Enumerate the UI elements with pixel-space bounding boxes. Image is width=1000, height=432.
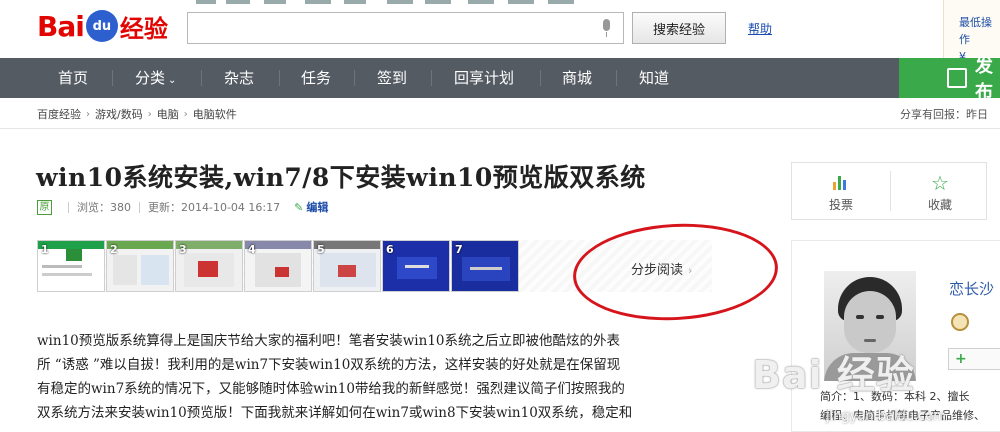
help-link[interactable]: 帮助 xyxy=(748,20,772,37)
pen-icon xyxy=(947,68,967,88)
step-number: 7 xyxy=(455,243,463,256)
logo-jingyan-text: 经验 xyxy=(119,14,168,43)
step-thumbnail[interactable]: 5 xyxy=(313,240,381,292)
vote-collect-panel: 投票 ☆ 收藏 xyxy=(791,162,987,220)
divider xyxy=(139,201,140,213)
microphone-icon[interactable] xyxy=(601,19,611,37)
baidu-jingyan-logo[interactable]: Bai du 经验 xyxy=(37,6,168,46)
breadcrumb: 百度经验 › 游戏/数码 › 电脑 › 电脑软件 xyxy=(37,106,237,122)
nav-divider xyxy=(540,70,541,86)
nav-divider xyxy=(279,70,280,86)
watermark-url: jingyan.baidu.com xyxy=(826,409,946,424)
chevron-down-icon: ⌄ xyxy=(168,75,177,86)
chevron-right-icon: › xyxy=(183,108,188,120)
paw-icon: du xyxy=(85,10,118,42)
collect-button[interactable]: ☆ 收藏 xyxy=(891,163,989,219)
step-number: 1 xyxy=(41,243,49,256)
divider xyxy=(0,128,1000,129)
nav-item-share-plan[interactable]: 回享计划 xyxy=(454,58,514,98)
nav-item-home[interactable]: 首页 xyxy=(58,58,88,98)
step-number: 3 xyxy=(179,243,187,256)
step-thumbnail[interactable]: 2 xyxy=(106,240,174,292)
step-number: 4 xyxy=(248,243,256,256)
search-button[interactable]: 搜索经验 xyxy=(632,12,726,44)
nav-divider xyxy=(201,70,202,86)
original-badge: 原 xyxy=(37,199,52,215)
chevron-right-icon: › xyxy=(147,108,152,120)
main-nav: 首页 分类 ⌄ 杂志 任务 签到 回享计划 商城 知道 xyxy=(0,58,1000,98)
promo-panel[interactable]: 最低操作 ¥ xyxy=(943,0,1000,63)
view-count: 浏览：380 xyxy=(77,201,131,214)
intro-line: win10预览版系统算得上是国庆节给大家的福利吧！笔者安装win10系统之后立即… xyxy=(37,333,620,349)
publish-label: 发布 xyxy=(975,56,993,103)
promo-text: 最低操作 xyxy=(959,16,992,46)
vote-label: 投票 xyxy=(828,198,853,212)
logo-bai-text: Bai xyxy=(37,9,85,43)
step-number: 6 xyxy=(386,243,394,256)
nav-item-label: 分类 xyxy=(135,69,166,87)
intro-line: 所 “诱惑 ”难以自拔！我利用的是win7下安装win10双系统的方法，这样安装… xyxy=(37,357,621,373)
star-icon: ☆ xyxy=(931,171,949,195)
author-name[interactable]: 恋长沙 xyxy=(949,278,994,299)
nav-divider xyxy=(616,70,617,86)
nav-divider xyxy=(112,70,113,86)
red-annotation-circle xyxy=(570,218,781,326)
avatar[interactable] xyxy=(824,271,916,381)
nav-item-mall[interactable]: 商城 xyxy=(562,58,592,98)
nav-item-magazine[interactable]: 杂志 xyxy=(224,58,254,98)
nav-item-checkin[interactable]: 签到 xyxy=(377,58,407,98)
nav-item-tasks[interactable]: 任务 xyxy=(301,58,331,98)
nav-item-categories[interactable]: 分类 ⌄ xyxy=(135,58,176,98)
publish-button[interactable]: 发布 xyxy=(899,56,1000,103)
intro-line: 双系统方法来安装win10预览版！下面我就来详解如何在win7或win8下安装w… xyxy=(37,405,633,421)
intro-line: 有稳定的win7系统的情况下，又能够随时体验win10带给我的新鲜感觉！强烈建议… xyxy=(37,381,625,397)
chevron-right-icon: › xyxy=(86,108,90,120)
follow-button[interactable]: + xyxy=(948,348,1000,370)
divider xyxy=(68,201,69,213)
step-number: 5 xyxy=(317,243,325,256)
nav-divider xyxy=(354,70,355,86)
step-number: 2 xyxy=(110,243,118,256)
breadcrumb-item[interactable]: 电脑 xyxy=(157,106,179,122)
article-intro: win10预览版系统算得上是国庆节给大家的福利吧！笔者安装win10系统之后立即… xyxy=(37,329,717,425)
edit-link[interactable]: 编辑 xyxy=(294,199,328,215)
bar-chart-icon xyxy=(833,176,849,190)
step-thumbnail[interactable]: 7 xyxy=(451,240,519,292)
breadcrumb-item[interactable]: 游戏/数码 xyxy=(95,106,143,122)
vote-button[interactable]: 投票 xyxy=(792,163,890,219)
breadcrumb-item[interactable]: 百度经验 xyxy=(37,106,81,122)
step-thumbnail[interactable]: 3 xyxy=(175,240,243,292)
step-thumbnail[interactable]: 4 xyxy=(244,240,312,292)
level-badge-icon xyxy=(951,313,969,331)
logo-du-text: du xyxy=(92,18,112,34)
step-thumbnail[interactable]: 6 xyxy=(382,240,450,292)
page-title: win10系统安装,win7/8下安装win10预览版双系统 xyxy=(36,163,646,192)
header: Bai du 经验 搜索经验 帮助 最低操作 ¥ xyxy=(0,0,1000,63)
update-time: 更新：2014-10-04 16:17 xyxy=(148,201,281,214)
nav-item-zhidao[interactable]: 知道 xyxy=(639,58,669,98)
nav-divider xyxy=(431,70,432,86)
step-thumbnail[interactable]: 1 xyxy=(37,240,105,292)
breadcrumb-item[interactable]: 电脑软件 xyxy=(193,106,237,122)
article-meta: 原 浏览：380 更新：2014-10-04 16:17 编辑 xyxy=(37,199,328,215)
intro-text: 简介：1、数码：本科 2、擅长 xyxy=(820,390,970,403)
collect-label: 收藏 xyxy=(927,198,952,212)
search-input[interactable] xyxy=(187,12,624,44)
share-reward-link[interactable]: 分享有回报：昨日 xyxy=(900,106,988,122)
